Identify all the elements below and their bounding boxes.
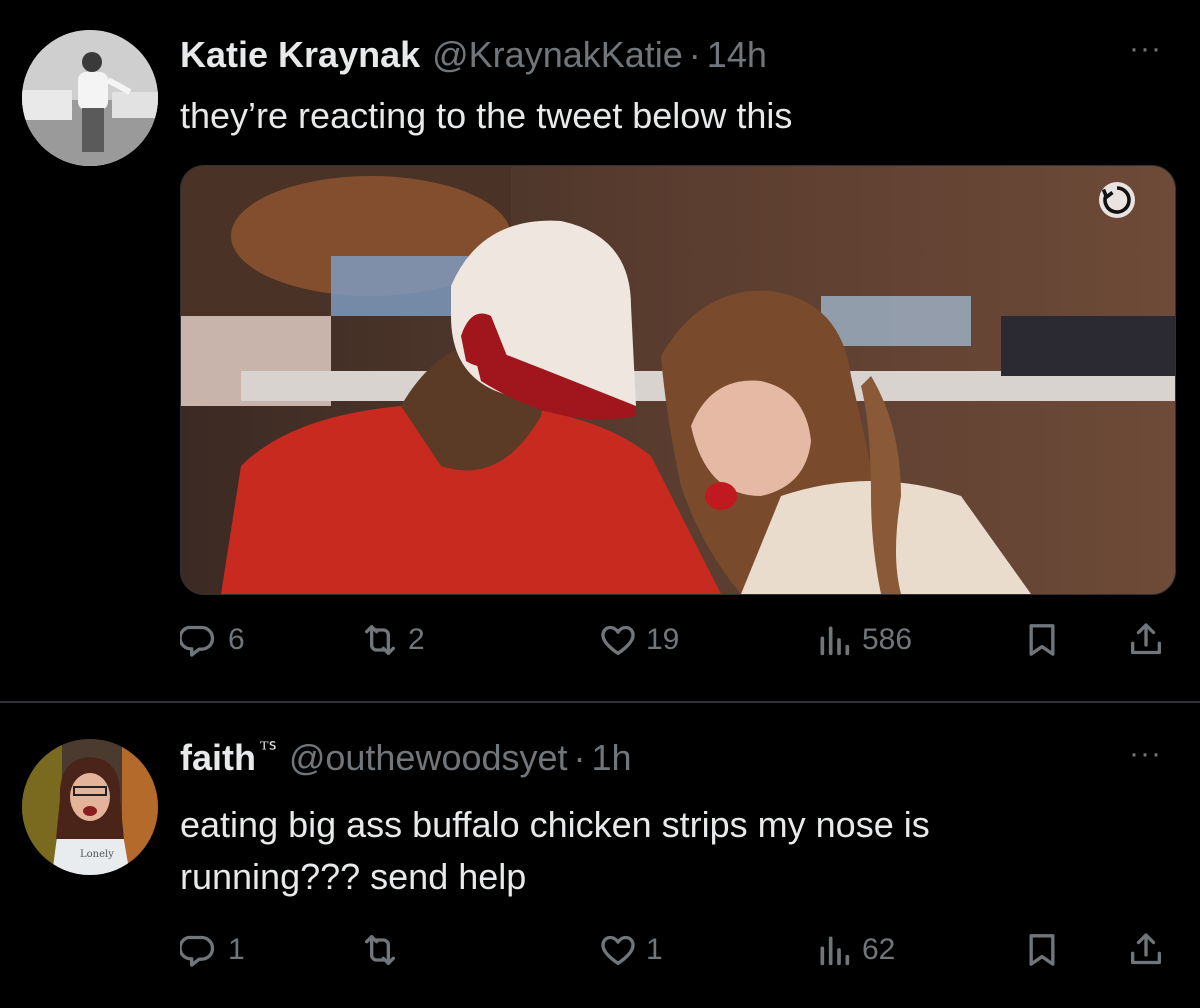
tweet-text-line: eating big ass buffalo chicken strips my… bbox=[180, 804, 930, 845]
user-handle[interactable]: @KraynakKatie bbox=[432, 34, 683, 76]
name-badge: ᵀᔆ bbox=[260, 737, 277, 761]
heart-icon bbox=[601, 935, 635, 965]
avatar[interactable]: Lonely bbox=[22, 739, 158, 875]
bookmark-icon bbox=[1029, 624, 1055, 656]
more-icon[interactable]: ··· bbox=[1129, 739, 1162, 769]
share-button[interactable] bbox=[1126, 925, 1166, 975]
views-icon bbox=[820, 936, 850, 966]
timestamp[interactable]: 14h bbox=[707, 34, 767, 76]
tweet-header: Katie Kraynak @KraynakKatie · 14h bbox=[180, 34, 767, 78]
tweet-text-line: running??? send help bbox=[180, 856, 527, 897]
views-count: 62 bbox=[862, 933, 896, 966]
views-button[interactable]: 62 bbox=[814, 925, 895, 975]
tweet-media[interactable] bbox=[180, 165, 1176, 595]
like-button[interactable]: 1 bbox=[598, 925, 663, 975]
bookmark-button[interactable] bbox=[1022, 615, 1062, 665]
tweet[interactable]: Lonely faith ᵀᔆ @outhewoodsyet · 1h ··· … bbox=[0, 703, 1200, 1008]
bookmark-icon bbox=[1029, 934, 1055, 966]
reply-button[interactable]: 6 bbox=[180, 615, 245, 665]
tweet-header: faith ᵀᔆ @outhewoodsyet · 1h bbox=[180, 737, 632, 781]
gif-autoplay-icon[interactable] bbox=[1099, 182, 1135, 218]
share-icon bbox=[1131, 623, 1161, 655]
svg-text:Lonely: Lonely bbox=[80, 849, 114, 860]
avatar-photo bbox=[22, 30, 158, 166]
retweet-count: 2 bbox=[408, 623, 425, 656]
views-button[interactable]: 586 bbox=[814, 615, 912, 665]
reply-count: 1 bbox=[228, 933, 245, 966]
share-button[interactable] bbox=[1126, 615, 1166, 665]
like-count: 1 bbox=[646, 933, 663, 966]
heart-icon bbox=[601, 625, 635, 655]
views-count: 586 bbox=[862, 623, 913, 656]
display-name[interactable]: Katie Kraynak bbox=[180, 34, 420, 76]
retweet-icon bbox=[365, 935, 395, 965]
action-bar: 6 2 19 586 bbox=[180, 615, 1170, 665]
retweet-icon bbox=[365, 625, 395, 655]
like-button[interactable]: 19 bbox=[598, 615, 679, 665]
bookmark-button[interactable] bbox=[1022, 925, 1062, 975]
retweet-button[interactable] bbox=[360, 925, 408, 975]
action-bar: 1 1 62 bbox=[180, 925, 1170, 975]
more-icon[interactable]: ··· bbox=[1129, 34, 1162, 64]
separator-dot: · bbox=[573, 737, 586, 778]
like-count: 19 bbox=[646, 623, 680, 656]
retweet-button[interactable]: 2 bbox=[360, 615, 425, 665]
views-icon bbox=[820, 626, 850, 656]
display-name[interactable]: faith bbox=[180, 737, 256, 779]
reply-icon bbox=[180, 935, 215, 967]
avatar[interactable] bbox=[22, 30, 158, 166]
share-icon bbox=[1131, 933, 1161, 965]
user-handle[interactable]: @outhewoodsyet bbox=[289, 737, 568, 779]
separator-dot: · bbox=[688, 34, 701, 75]
avatar-photo: Lonely bbox=[22, 739, 158, 875]
reply-icon bbox=[180, 625, 215, 657]
tweet-text: eating big ass buffalo chicken strips my… bbox=[180, 799, 1170, 903]
tweet[interactable]: Katie Kraynak @KraynakKatie · 14h ··· th… bbox=[0, 0, 1200, 702]
reply-button[interactable]: 1 bbox=[180, 925, 245, 975]
timestamp[interactable]: 1h bbox=[592, 737, 632, 779]
reply-count: 6 bbox=[228, 623, 245, 656]
media-image bbox=[181, 166, 1175, 594]
tweet-text-line: they’re reacting to the tweet below this bbox=[180, 95, 793, 136]
tweet-text: they’re reacting to the tweet below this bbox=[180, 90, 1170, 142]
